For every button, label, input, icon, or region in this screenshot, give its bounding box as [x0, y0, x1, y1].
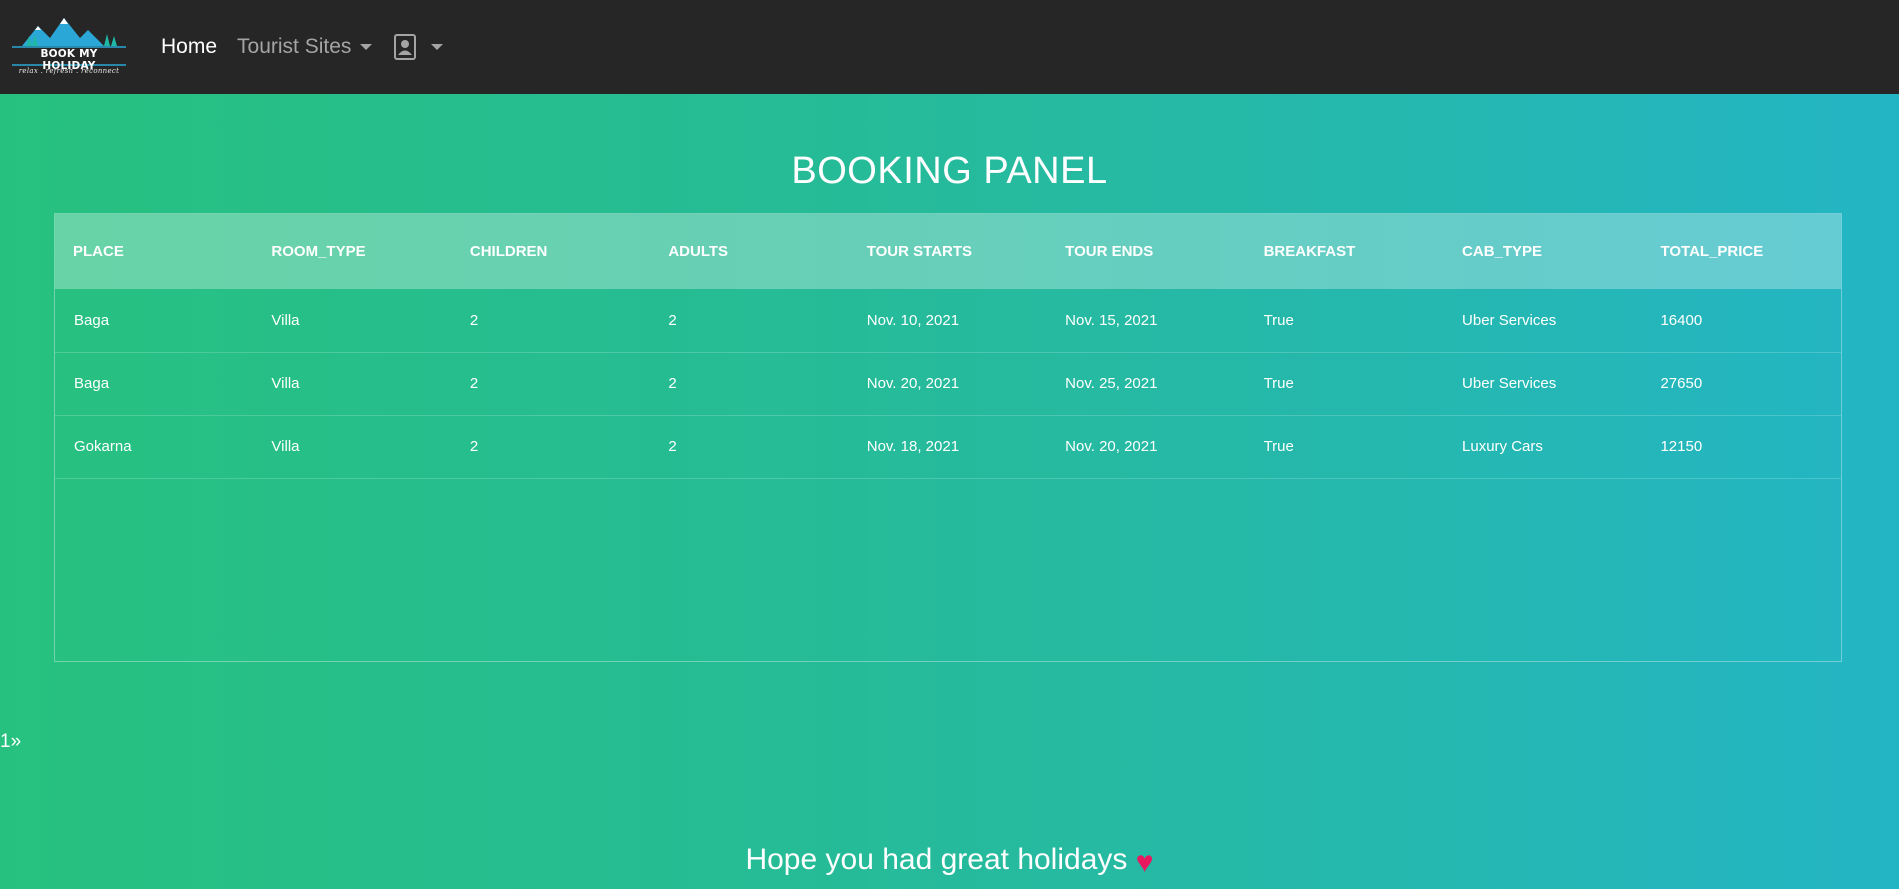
- cell-adults: 2: [668, 438, 677, 455]
- column-header-cab-type: CAB_TYPE: [1462, 243, 1543, 260]
- cell-room-type: Villa: [271, 438, 300, 455]
- nav-tourist-sites-dropdown[interactable]: Tourist Sites: [237, 35, 373, 59]
- column-header-tour-starts: TOUR STARTS: [866, 243, 973, 260]
- booking-table-container: PLACE ROOM_TYPE CHILDREN ADULTS TOUR STA…: [54, 213, 1842, 662]
- cell-cab-type: Luxury Cars: [1462, 438, 1543, 455]
- footer-message: Hope you had great holidays ♥: [0, 843, 1899, 879]
- cell-adults: 2: [668, 375, 677, 392]
- cell-place: Baga: [74, 375, 110, 392]
- footer-message-text: Hope you had great holidays: [745, 843, 1128, 876]
- cell-breakfast: True: [1263, 311, 1294, 329]
- column-header-tour-ends: TOUR ENDS: [1065, 243, 1154, 260]
- pagination-page-1[interactable]: 1: [0, 731, 11, 753]
- user-account-dropdown[interactable]: [394, 34, 444, 60]
- brand-logo[interactable]: BOOK MY HOLIDAY relax . refresh . reconn…: [8, 10, 128, 84]
- cell-place: Gokarna: [74, 438, 132, 455]
- cell-place: Baga: [74, 311, 110, 329]
- cell-tour-starts: Nov. 18, 2021: [866, 438, 960, 455]
- cell-adults: 2: [668, 311, 677, 329]
- heart-icon: ♥: [1135, 846, 1154, 879]
- cell-room-type: Villa: [271, 311, 300, 329]
- brand-tagline: relax . refresh . reconnect: [18, 67, 120, 75]
- cell-tour-ends: Nov. 15, 2021: [1065, 311, 1158, 329]
- cell-cab-type: Uber Services: [1462, 375, 1557, 392]
- column-header-breakfast: BREAKFAST: [1263, 243, 1356, 260]
- table-row: Baga Villa 2 2 Nov. 10, 2021 Nov. 15, 20…: [55, 289, 1841, 352]
- cell-total-price: 27650: [1660, 375, 1703, 392]
- column-header-children: CHILDREN: [469, 243, 548, 260]
- cell-tour-starts: Nov. 20, 2021: [866, 375, 960, 392]
- user-badge-icon: [394, 34, 417, 60]
- navbar: BOOK MY HOLIDAY relax . refresh . reconn…: [0, 0, 1899, 94]
- cell-total-price: 16400: [1660, 311, 1703, 329]
- column-header-place: PLACE: [73, 243, 124, 260]
- table-row: Baga Villa 2 2 Nov. 20, 2021 Nov. 25, 20…: [55, 352, 1841, 415]
- cell-tour-ends: Nov. 20, 2021: [1065, 438, 1158, 455]
- cell-tour-ends: Nov. 25, 2021: [1065, 375, 1158, 392]
- cell-breakfast: True: [1263, 375, 1294, 392]
- nav-home-link[interactable]: Home: [161, 35, 217, 59]
- chevron-down-icon: [360, 44, 373, 50]
- cell-room-type: Villa: [271, 375, 300, 392]
- column-header-adults: ADULTS: [668, 243, 729, 260]
- booking-table: PLACE ROOM_TYPE CHILDREN ADULTS TOUR STA…: [55, 214, 1841, 479]
- cell-cab-type: Uber Services: [1462, 311, 1557, 329]
- pagination-next-link[interactable]: »: [11, 731, 22, 753]
- cell-children: 2: [469, 311, 479, 329]
- cell-total-price: 12150: [1660, 438, 1703, 455]
- table-header-row: PLACE ROOM_TYPE CHILDREN ADULTS TOUR STA…: [55, 214, 1841, 289]
- column-header-total-price: TOTAL_PRICE: [1660, 243, 1764, 260]
- cell-tour-starts: Nov. 10, 2021: [866, 311, 960, 329]
- cell-children: 2: [469, 438, 479, 455]
- chevron-down-icon: [431, 44, 444, 50]
- nav-tourist-sites-label: Tourist Sites: [237, 35, 352, 58]
- table-row: Gokarna Villa 2 2 Nov. 18, 2021 Nov. 20,…: [55, 415, 1841, 478]
- column-header-room-type: ROOM_TYPE: [271, 243, 366, 260]
- page-title: BOOKING PANEL: [791, 150, 1108, 192]
- pagination: 1 »: [0, 731, 21, 753]
- cell-breakfast: True: [1263, 438, 1294, 455]
- cell-children: 2: [469, 375, 479, 392]
